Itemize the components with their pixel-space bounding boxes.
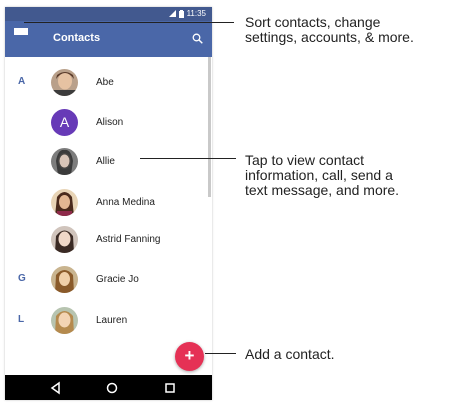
phone-screen: 11:35 Contacts A Abe A Alison Allie Anna… xyxy=(5,7,212,400)
recents-icon[interactable] xyxy=(163,381,177,395)
contact-name: Allie xyxy=(96,156,115,167)
contact-photo xyxy=(51,266,78,293)
contact-name: Anna Medina xyxy=(96,197,155,208)
fab-callout-text: Add a contact. xyxy=(245,346,335,362)
home-icon[interactable] xyxy=(105,381,119,395)
contact-row-abe[interactable]: A Abe xyxy=(5,63,205,103)
section-letter: L xyxy=(18,314,25,325)
contact-photo xyxy=(51,226,78,253)
contact-name: Astrid Fanning xyxy=(96,234,161,245)
battery-icon xyxy=(178,9,184,18)
contact-photo xyxy=(51,307,78,334)
contact-photo xyxy=(51,148,78,175)
section-letter: A xyxy=(18,76,26,87)
contact-name: Abe xyxy=(96,77,114,88)
menu-callout-line xyxy=(24,22,234,23)
signal-icon xyxy=(168,10,176,17)
contact-photo xyxy=(51,189,78,216)
contact-row-anna-medina[interactable]: Anna Medina xyxy=(5,183,205,223)
contact-name: Gracie Jo xyxy=(96,274,139,285)
status-bar: 11:35 xyxy=(5,7,212,21)
menu-callout-text: Sort contacts, change settings, accounts… xyxy=(245,14,414,45)
contact-row-alison[interactable]: A Alison xyxy=(5,103,205,143)
scrollbar[interactable] xyxy=(208,57,211,197)
navigation-bar xyxy=(5,375,212,400)
contact-name: Alison xyxy=(96,117,124,128)
menu-icon[interactable] xyxy=(14,28,28,35)
contact-row-allie[interactable]: Allie xyxy=(5,142,205,182)
section-letter: G xyxy=(18,273,26,284)
app-title: Contacts xyxy=(53,32,101,44)
contact-row-gracie-jo[interactable]: G Gracie Jo xyxy=(5,260,205,300)
contact-callout-line xyxy=(140,158,236,159)
contact-letter-avatar: A xyxy=(51,109,78,136)
contact-list: A Abe A Alison Allie Anna Medina Astrid … xyxy=(5,57,212,375)
contact-row-astrid-fanning[interactable]: Astrid Fanning xyxy=(5,220,205,260)
contact-name: Lauren xyxy=(96,315,128,326)
fab-callout-line xyxy=(205,353,236,354)
back-icon[interactable] xyxy=(49,381,63,395)
contact-callout-text: Tap to view contact information, call, s… xyxy=(245,152,400,198)
contact-photo xyxy=(51,69,78,96)
search-icon[interactable] xyxy=(192,33,203,44)
add-contact-button[interactable]: + xyxy=(175,342,204,371)
contact-row-lauren[interactable]: L Lauren xyxy=(5,301,205,341)
status-time: 11:35 xyxy=(186,9,206,18)
app-bar: Contacts xyxy=(5,21,212,57)
